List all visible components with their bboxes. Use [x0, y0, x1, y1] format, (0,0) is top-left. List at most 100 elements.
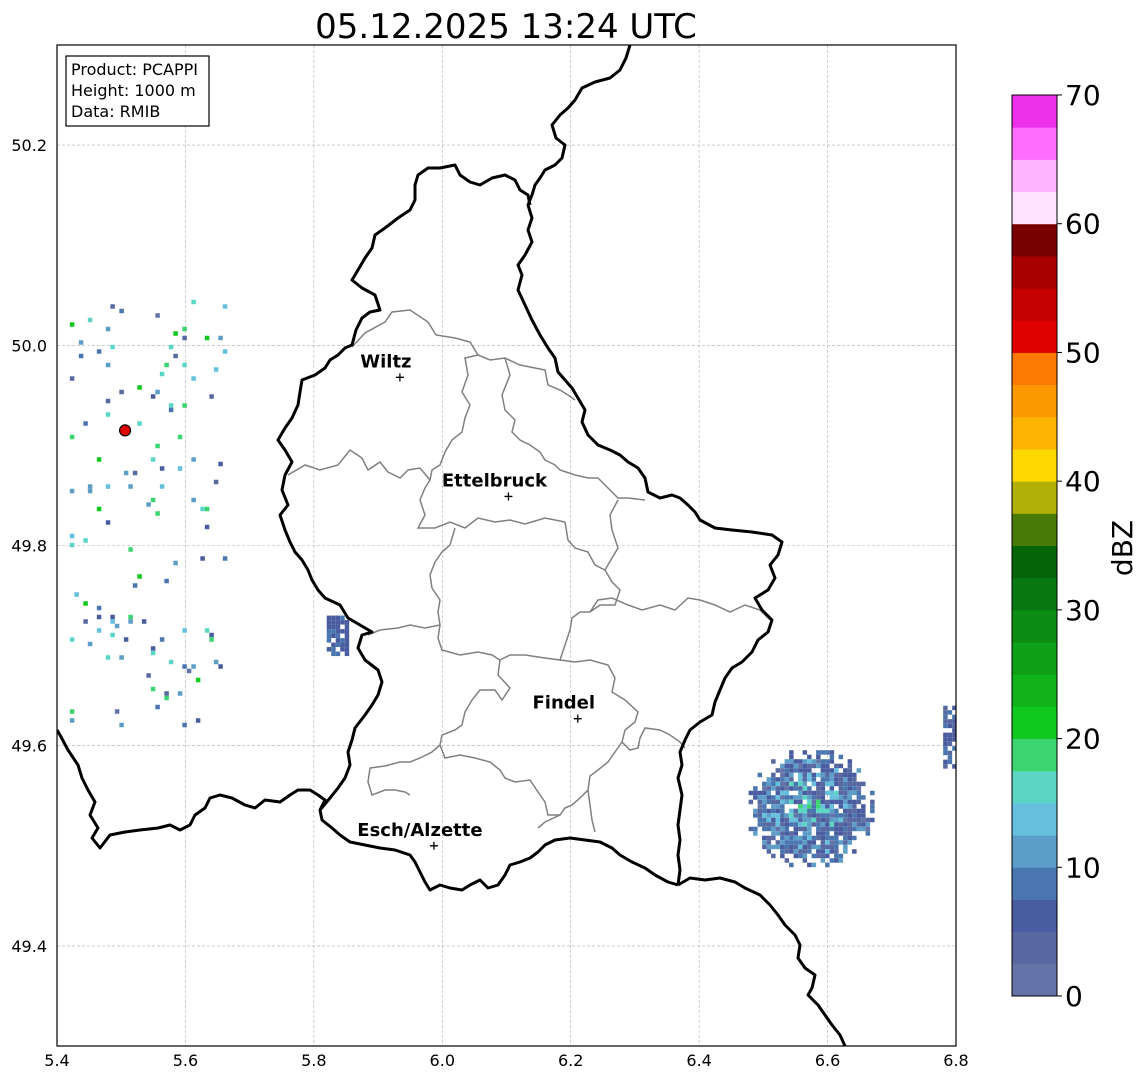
y-tick-label: 49.6: [11, 737, 47, 756]
echo-pixel: [807, 786, 812, 791]
echo-pixel: [943, 737, 948, 742]
colorbar-tick-label: 20: [1065, 723, 1101, 756]
echo-pixel: [335, 620, 341, 625]
echo-pixel: [829, 781, 835, 787]
echo-pixel: [816, 786, 821, 791]
echo-pixel: [340, 638, 345, 643]
echo-pixel: [784, 817, 790, 823]
radar-map-figure: 05.12.2025 13:24 UTC Wiltz Ettelbruck Find…: [0, 0, 1145, 1084]
echo-pixel: [793, 849, 799, 854]
echo-pixel: [87, 484, 93, 489]
echo-pixel: [344, 651, 350, 657]
echo-pixel: [191, 497, 196, 503]
echo-pixel: [856, 786, 862, 791]
echo-pixel: [331, 651, 336, 657]
echo-pixel: [807, 763, 812, 769]
echo-pixel: [182, 664, 187, 669]
echo-pixel: [847, 786, 853, 791]
echo-pixel: [793, 844, 799, 850]
echo-pixel: [829, 849, 835, 854]
echo-pixel: [789, 777, 794, 782]
echo-pixel: [829, 844, 835, 850]
echo-pixel: [78, 353, 84, 359]
echo-pixel: [780, 826, 785, 832]
echo-pixel: [816, 849, 821, 854]
echo-pixel: [789, 763, 794, 769]
echo-pixel: [829, 840, 835, 845]
echo-pixel: [69, 637, 75, 642]
echo-pixel: [825, 804, 830, 809]
echo-pixel: [793, 763, 799, 769]
echo-pixel: [757, 822, 763, 827]
echo-pixel: [807, 790, 812, 796]
echo-pixel: [780, 768, 785, 773]
echo-pixel: [825, 763, 830, 769]
echo-pixel: [802, 853, 808, 859]
echo-pixel: [780, 772, 785, 778]
echo-pixel: [150, 497, 156, 503]
echo-pixel: [820, 826, 826, 832]
echo-pixel: [775, 831, 781, 836]
echo-pixel: [838, 777, 844, 782]
echo-pixel: [870, 804, 875, 809]
echo-pixel: [335, 651, 341, 657]
echo-pixel: [775, 808, 781, 814]
echo-pixel: [326, 615, 332, 621]
echo-pixel: [820, 795, 826, 800]
radar-site-marker: [118, 424, 132, 437]
echo-pixel: [825, 853, 830, 859]
echo-pixel: [798, 804, 803, 809]
echo-pixel: [825, 849, 830, 854]
echo-pixel: [326, 633, 332, 639]
echo-pixel: [762, 844, 767, 850]
echo-pixel: [213, 659, 219, 665]
echo-pixel: [784, 799, 790, 805]
echo-pixel: [847, 777, 853, 782]
echo-pixel: [802, 786, 808, 791]
colorbar-segment: [1012, 255, 1057, 289]
map-title: 05.12.2025 13:24 UTC: [315, 7, 697, 47]
echo-pixel: [798, 844, 803, 850]
echo-pixel: [843, 790, 848, 796]
colorbar-label: dBZ: [1106, 520, 1139, 576]
echo-pixel: [807, 799, 812, 805]
echo-pixel: [816, 813, 821, 818]
echo-pixel: [326, 629, 332, 634]
echo-pixel: [784, 772, 790, 778]
echo-pixel: [191, 376, 196, 381]
echo-pixel: [331, 647, 336, 652]
echo-pixel: [943, 746, 948, 751]
echo-pixel: [802, 781, 808, 787]
echo-pixel: [847, 817, 853, 823]
echo-pixel: [784, 795, 790, 800]
echo-pixel: [811, 777, 817, 782]
echo-pixel: [825, 808, 830, 814]
echo-pixel: [847, 831, 853, 836]
colorbar-segment: [1012, 95, 1057, 128]
x-tick-label: 5.6: [173, 1051, 198, 1070]
echo-pixel: [802, 804, 808, 809]
echo-pixel: [834, 853, 839, 859]
echo-pixel: [798, 772, 803, 778]
echo-pixel: [789, 768, 794, 773]
city-label: Ettelbruck: [442, 470, 548, 491]
echo-pixel: [816, 808, 821, 814]
echo-pixel: [96, 605, 102, 611]
echo-pixel: [802, 858, 808, 863]
echo-pixel: [771, 822, 776, 827]
echo-pixel: [811, 759, 817, 764]
echo-pixel: [119, 722, 124, 728]
echo-pixel: [843, 822, 848, 827]
echo-pixel: [793, 786, 799, 791]
echo-pixel: [340, 642, 345, 648]
echo-pixel: [128, 484, 133, 489]
echo-pixel: [141, 619, 147, 624]
echo-pixel: [807, 831, 812, 836]
echo-pixel: [798, 795, 803, 800]
colorbar-segment: [1012, 352, 1057, 386]
echo-pixel: [326, 624, 332, 630]
echo-pixel: [838, 754, 844, 760]
echo-pixel: [757, 772, 763, 778]
echo-pixel: [834, 826, 839, 832]
echo-pixel: [811, 862, 817, 868]
